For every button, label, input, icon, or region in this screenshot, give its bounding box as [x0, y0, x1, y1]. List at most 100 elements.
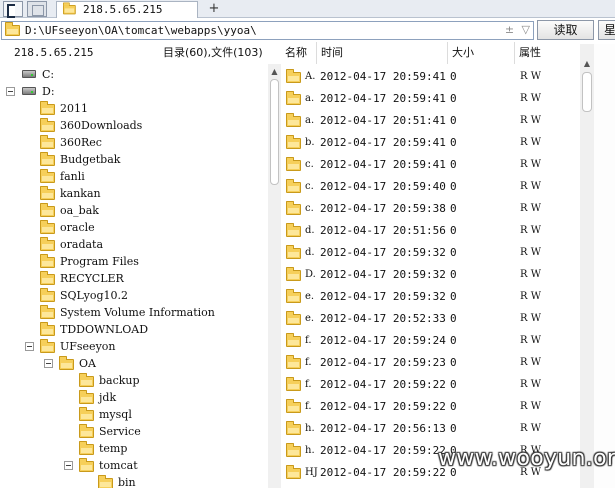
file-time: 2012-04-17 20:51:56 [320, 224, 446, 237]
star-button[interactable]: 星 [598, 20, 615, 40]
drive-icon [22, 70, 36, 78]
folder-icon [286, 157, 301, 171]
scroll-up-icon[interactable]: ▲ [268, 66, 281, 78]
tree-label: mysql [99, 408, 132, 421]
tree-label: temp [99, 442, 128, 455]
file-time: 2012-04-17 20:59:22 [320, 444, 446, 457]
file-time: 2012-04-17 20:52:33 [320, 312, 446, 325]
panel-toggle-button[interactable] [3, 1, 23, 18]
plus-minus-icon[interactable]: ± [505, 23, 514, 36]
file-row[interactable]: a. 2012-04-17 20:51:41 0 R W [281, 110, 580, 132]
tree-folder[interactable]: bin [0, 474, 268, 488]
read-button[interactable]: 读取 [537, 20, 594, 40]
tree-drive[interactable]: C: [0, 66, 268, 83]
column-header-attr[interactable]: 属性 [515, 42, 580, 64]
tree-label: 2011 [60, 102, 88, 115]
tree-folder[interactable]: oradata [0, 236, 268, 253]
column-header-time[interactable]: 时间 [317, 42, 448, 64]
file-row[interactable]: c. 2012-04-17 20:59:41 0 R W [281, 154, 580, 176]
file-attr: R W [520, 269, 541, 280]
file-row[interactable]: D. 2012-04-17 20:59:32 0 R W [281, 264, 580, 286]
file-row[interactable]: h. 2012-04-17 20:56:13 0 R W [281, 418, 580, 440]
file-row[interactable]: e. 2012-04-17 20:59:32 0 R W [281, 286, 580, 308]
tree-folder[interactable]: Budgetbak [0, 151, 268, 168]
file-row[interactable]: d. 2012-04-17 20:59:32 0 R W [281, 242, 580, 264]
file-list-scrollbar[interactable]: ▲ [580, 44, 594, 488]
tree-scrollbar[interactable]: ▲ [268, 64, 281, 488]
tree-folder[interactable]: fanli [0, 168, 268, 185]
tree-folder[interactable]: OA [0, 355, 268, 372]
tree-folder[interactable]: UFseeyon [0, 338, 268, 355]
file-row[interactable]: f. 2012-04-17 20:59:22 0 R W [281, 396, 580, 418]
folder-icon [40, 220, 55, 234]
file-size: 0 [450, 70, 457, 83]
file-time: 2012-04-17 20:59:41 [320, 158, 446, 171]
tab-host[interactable]: 218.5.65.215 [56, 1, 198, 18]
file-name: f. [305, 357, 312, 368]
file-row[interactable]: c. 2012-04-17 20:59:38 0 R W [281, 198, 580, 220]
path-input[interactable]: D:\UFseeyon\OA\tomcat\webapps\yyoa\ ± ▽ [1, 21, 534, 40]
tree-folder[interactable]: 360Rec [0, 134, 268, 151]
tree-folder[interactable]: oa_bak [0, 202, 268, 219]
file-size: 0 [450, 224, 457, 237]
tree-drive[interactable]: D: [0, 83, 268, 100]
folder-icon [40, 288, 55, 302]
tree-folder[interactable]: 2011 [0, 100, 268, 117]
tree-folder[interactable]: Service [0, 423, 268, 440]
file-row[interactable]: d. 2012-04-17 20:51:56 0 R W [281, 220, 580, 242]
file-row[interactable]: f. 2012-04-17 20:59:22 0 R W [281, 374, 580, 396]
tree-label: Service [99, 425, 141, 438]
tree-label: RECYCLER [60, 272, 124, 285]
file-row[interactable]: e. 2012-04-17 20:52:33 0 R W [281, 308, 580, 330]
tree-folder[interactable]: oracle [0, 219, 268, 236]
add-tab-button[interactable]: + [206, 0, 222, 18]
file-name: a. [305, 93, 315, 104]
file-scroll-thumb[interactable] [582, 72, 592, 112]
tree-label: oracle [60, 221, 95, 234]
file-size: 0 [450, 202, 457, 215]
file-row[interactable]: f. 2012-04-17 20:59:23 0 R W [281, 352, 580, 374]
folder-icon [286, 443, 301, 457]
tree-folder[interactable]: temp [0, 440, 268, 457]
file-size: 0 [450, 378, 457, 391]
folder-icon [286, 201, 301, 215]
file-row[interactable]: f. 2012-04-17 20:59:24 0 R W [281, 330, 580, 352]
window-button[interactable] [27, 1, 47, 17]
file-attr: R W [520, 291, 541, 302]
scroll-up-icon[interactable]: ▲ [580, 58, 594, 70]
collapse-icon[interactable] [44, 359, 53, 368]
tree-folder[interactable]: RECYCLER [0, 270, 268, 287]
tree-folder[interactable]: jdk [0, 389, 268, 406]
file-row[interactable]: A. 2012-04-17 20:59:41 0 R W [281, 66, 580, 88]
file-size: 0 [450, 290, 457, 303]
file-name: c. [305, 159, 314, 170]
tree-scroll-thumb[interactable] [270, 79, 279, 185]
file-attr: R W [520, 115, 541, 126]
tree-folder[interactable]: SQLyog10.2 [0, 287, 268, 304]
tree-folder[interactable]: System Volume Information [0, 304, 268, 321]
tree-label: TDDOWNLOAD [60, 323, 149, 336]
file-name: f. [305, 401, 312, 412]
folder-icon [40, 186, 55, 200]
collapse-icon[interactable] [25, 342, 34, 351]
column-header-name[interactable]: 名称 [281, 42, 317, 64]
file-row[interactable]: a. 2012-04-17 20:59:41 0 R W [281, 88, 580, 110]
tree-folder[interactable]: TDDOWNLOAD [0, 321, 268, 338]
folder-icon [63, 2, 76, 15]
tree-folder[interactable]: mysql [0, 406, 268, 423]
tree-folder[interactable]: tomcat [0, 457, 268, 474]
tree-folder[interactable]: Program Files [0, 253, 268, 270]
collapse-icon[interactable] [64, 461, 73, 470]
column-header-size[interactable]: 大小 [448, 42, 515, 64]
directory-tree[interactable]: C: D: 2011 360Downloads 360Rec Budgetbak fanli… [0, 64, 268, 488]
tree-folder[interactable]: 360Downloads [0, 117, 268, 134]
collapse-icon[interactable] [6, 87, 15, 96]
file-row[interactable]: b. 2012-04-17 20:59:41 0 R W [281, 132, 580, 154]
folder-icon [40, 135, 55, 149]
dropdown-icon[interactable]: ▽ [522, 23, 530, 36]
host-label: 218.5.65.215 [14, 46, 94, 59]
tree-folder[interactable]: backup [0, 372, 268, 389]
tree-folder[interactable]: kankan [0, 185, 268, 202]
folder-icon [79, 407, 94, 421]
file-row[interactable]: c. 2012-04-17 20:59:40 0 R W [281, 176, 580, 198]
